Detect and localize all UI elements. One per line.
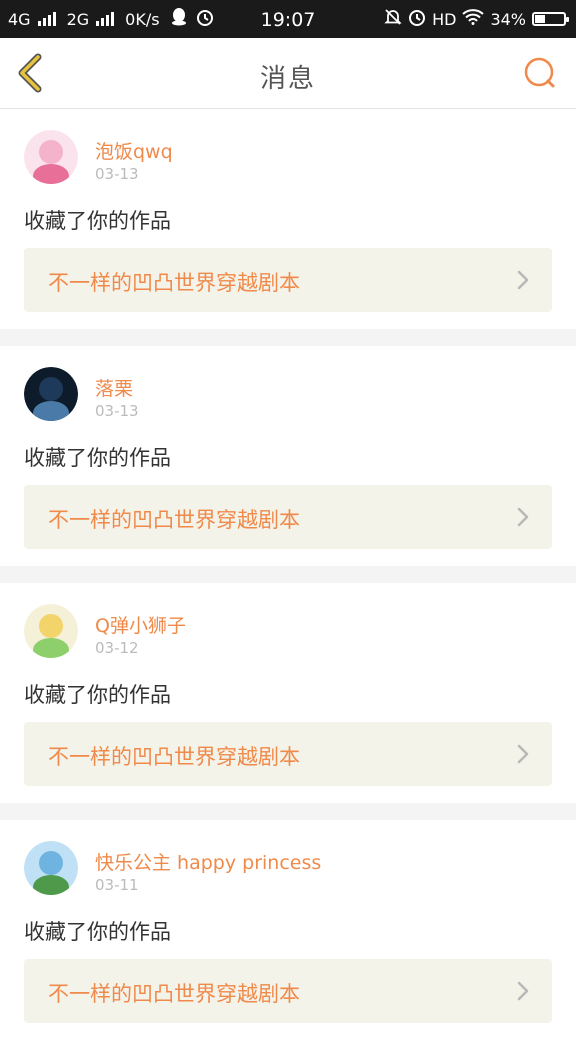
work-title: 不一样的凹凸世界穿越剧本	[48, 982, 300, 1006]
mute-bell-icon	[384, 8, 402, 30]
card-separator	[0, 329, 576, 346]
message-date: 03-11	[95, 876, 139, 894]
battery-icon	[532, 12, 569, 26]
avatar[interactable]	[24, 604, 78, 658]
wifi-icon	[462, 9, 485, 29]
work-link[interactable]: 不一样的凹凸世界穿越剧本	[24, 485, 552, 549]
chevron-right-icon	[517, 744, 529, 764]
search-icon	[524, 57, 555, 88]
message-date: 03-13	[95, 165, 139, 183]
user-name[interactable]: 泡饭qwq	[95, 137, 173, 164]
work-title: 不一样的凹凸世界穿越剧本	[48, 745, 300, 769]
message-card: 快乐公主 happy princess 03-11 收藏了你的作品 不一样的凹凸…	[0, 820, 576, 1040]
work-link[interactable]: 不一样的凹凸世界穿越剧本	[24, 722, 552, 786]
page-title: 消息	[259, 64, 316, 94]
message-date: 03-13	[95, 402, 139, 420]
message-action: 收藏了你的作品	[24, 446, 171, 470]
message-card: 泡饭qwq 03-13 收藏了你的作品 不一样的凹凸世界穿越剧本	[0, 109, 576, 329]
chevron-right-icon	[517, 981, 529, 1001]
nav-bar: 消息	[0, 38, 576, 109]
work-title: 不一样的凹凸世界穿越剧本	[48, 271, 300, 295]
chevron-right-icon	[517, 507, 529, 527]
search-button[interactable]	[520, 54, 560, 94]
message-card: Q弹小狮子 03-12 收藏了你的作品 不一样的凹凸世界穿越剧本	[0, 583, 576, 803]
user-name[interactable]: Q弹小狮子	[95, 611, 186, 638]
battery-percent: 34%	[490, 9, 526, 29]
status-right: HD 34%	[384, 0, 569, 38]
status-bar: 4G 2G 0K/s 19:07 HD 34%	[0, 0, 576, 38]
message-list: 泡饭qwq 03-13 收藏了你的作品 不一样的凹凸世界穿越剧本 落栗 03-1…	[0, 109, 576, 1040]
alarm-icon-right	[408, 8, 426, 30]
user-name[interactable]: 快乐公主 happy princess	[95, 848, 321, 875]
avatar[interactable]	[24, 841, 78, 895]
card-separator	[0, 566, 576, 583]
work-title: 不一样的凹凸世界穿越剧本	[48, 508, 300, 532]
work-link[interactable]: 不一样的凹凸世界穿越剧本	[24, 959, 552, 1023]
message-action: 收藏了你的作品	[24, 209, 171, 233]
card-separator	[0, 803, 576, 820]
chevron-right-icon	[517, 270, 529, 290]
message-action: 收藏了你的作品	[24, 920, 171, 944]
avatar[interactable]	[24, 130, 78, 184]
user-name[interactable]: 落栗	[95, 374, 133, 401]
message-date: 03-12	[95, 639, 139, 657]
hd-label: HD	[432, 9, 457, 29]
message-card: 落栗 03-13 收藏了你的作品 不一样的凹凸世界穿越剧本	[0, 346, 576, 566]
work-link[interactable]: 不一样的凹凸世界穿越剧本	[24, 248, 552, 312]
message-action: 收藏了你的作品	[24, 683, 171, 707]
avatar[interactable]	[24, 367, 78, 421]
